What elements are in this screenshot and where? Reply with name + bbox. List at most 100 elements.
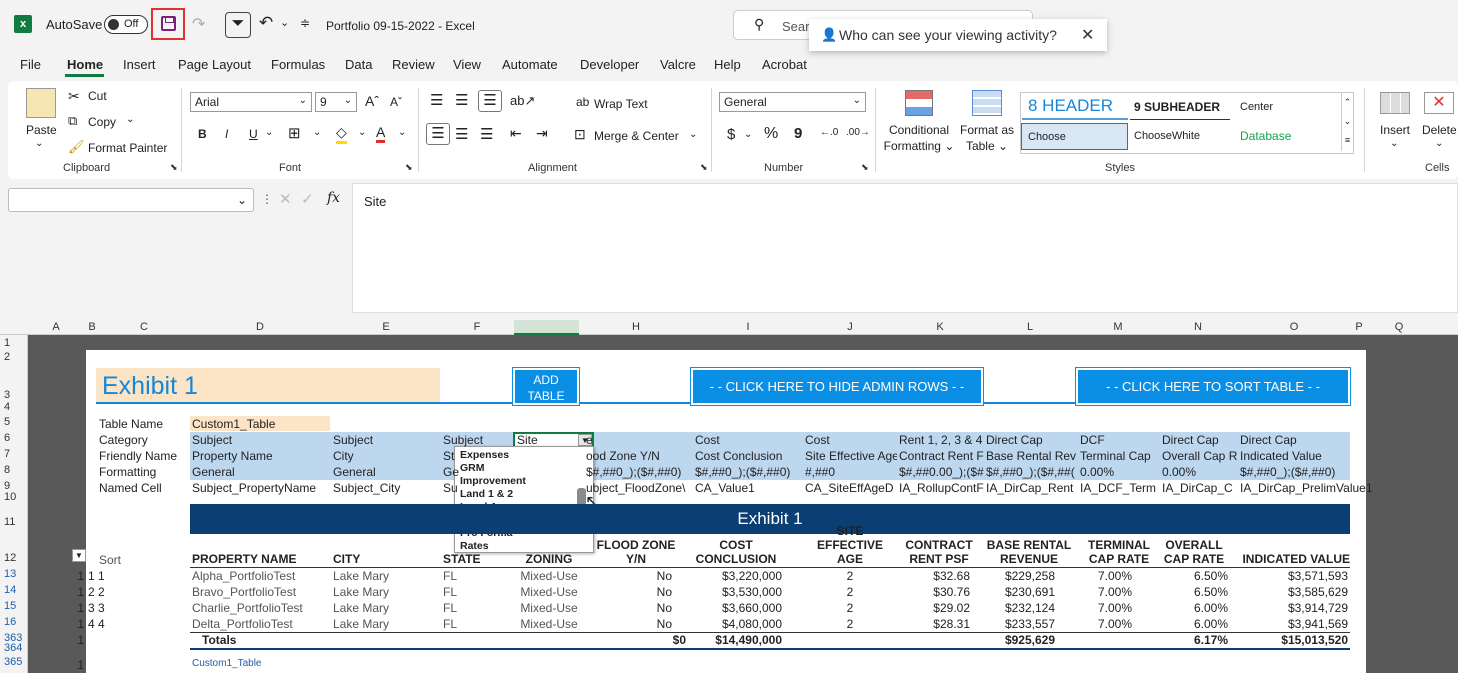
conditional-formatting-button[interactable]: Conditional Formatting ⌄	[882, 122, 956, 154]
admin-cell-category[interactable]: Cost	[805, 433, 897, 447]
cell-zoning[interactable]: Mixed-Use	[514, 601, 584, 615]
cell-age[interactable]: 2	[806, 617, 894, 631]
row-header-10[interactable]: 10	[0, 491, 26, 503]
save-icon[interactable]	[161, 16, 176, 31]
fill-dropdown-icon[interactable]: ⌄	[358, 127, 366, 138]
row-header-14[interactable]: 14	[0, 584, 26, 596]
cell-term[interactable]: 7.00%	[1080, 569, 1150, 583]
percent-button[interactable]: %	[764, 125, 778, 143]
admin-cell-formatting[interactable]: #,##0	[805, 465, 897, 479]
cell-rev[interactable]: $230,691	[985, 585, 1055, 599]
row-header-365[interactable]: 365	[0, 656, 26, 668]
cell-rev[interactable]: $233,557	[985, 617, 1055, 631]
admin-cell-friendly[interactable]: Cost Conclusion	[695, 449, 803, 463]
customize-qat-icon[interactable]: ≑	[300, 16, 310, 30]
format-as-table-button[interactable]: Format as Table ⌄	[957, 122, 1017, 154]
admin-cell-formatting[interactable]: 0.00%	[1080, 465, 1160, 479]
cell-rent[interactable]: $29.02	[898, 601, 970, 615]
row-a-cell[interactable]: 1	[58, 617, 84, 631]
decrease-indent-icon[interactable]: ⇤	[510, 125, 522, 142]
style-9-subheader[interactable]: 9 SUBHEADER	[1130, 94, 1230, 120]
autosave-toggle[interactable]: Off	[104, 15, 148, 34]
increase-decimal-icon[interactable]: ←.0	[820, 127, 838, 138]
menu-acrobat[interactable]: Acrobat	[762, 57, 807, 72]
row-a-cell[interactable]: 1	[58, 601, 84, 615]
row-header-2[interactable]: 2	[0, 351, 26, 363]
row-b-cell[interactable]: 3 3	[88, 601, 105, 615]
style-choose[interactable]: Choose	[1021, 123, 1128, 150]
cell-flood[interactable]: No	[586, 601, 672, 615]
cell-ocap[interactable]: 6.00%	[1160, 617, 1228, 631]
number-format-select[interactable]: General ⌄	[719, 92, 866, 112]
undo-dropdown-icon[interactable]: ⌄	[280, 16, 289, 29]
admin-cell-category[interactable]: DCF	[1080, 433, 1160, 447]
admin-cell-friendly[interactable]: City	[333, 449, 441, 463]
name-box[interactable]: ⌄	[8, 188, 254, 212]
enter-icon[interactable]: ✓	[301, 190, 314, 208]
row-b-cell[interactable]: 2 2	[88, 585, 105, 599]
admin-cell-formatting[interactable]: 0.00%	[1162, 465, 1238, 479]
align-top-icon[interactable]: ☰	[430, 91, 443, 109]
menu-view[interactable]: View	[453, 57, 481, 72]
cell-term[interactable]: 7.00%	[1080, 585, 1150, 599]
undo-icon[interactable]: ↶	[259, 13, 273, 33]
column-header-c[interactable]: C	[124, 320, 164, 335]
admin-cell-formatting[interactable]: $#,##0_);($#,##0)	[1240, 465, 1380, 479]
function-icon[interactable]: fx	[327, 190, 340, 206]
column-header-h[interactable]: H	[616, 320, 656, 335]
align-right-icon[interactable]: ☰	[480, 125, 493, 143]
sort-filter-icon[interactable]: ▼	[72, 549, 86, 562]
admin-cell-friendly[interactable]: Indicated Value	[1240, 449, 1380, 463]
format-as-table-icon[interactable]	[972, 90, 1002, 116]
admin-cell-category[interactable]: Subject	[192, 433, 332, 447]
cell-flood[interactable]: No	[586, 617, 672, 631]
column-header-a[interactable]: A	[36, 320, 76, 335]
totals-flood[interactable]: $0	[586, 633, 686, 647]
alignment-launcher-icon[interactable]: ⬊	[700, 162, 708, 173]
admin-cell-named[interactable]: ubject_FloodZone\	[586, 481, 692, 495]
row-header-3[interactable]: 3	[0, 389, 26, 401]
cell-cost[interactable]: $3,660,000	[690, 601, 782, 615]
admin-cell-friendly[interactable]: ood Zone Y/N	[586, 449, 692, 463]
style-database[interactable]: Database	[1236, 123, 1336, 150]
currency-dropdown-icon[interactable]: ⌄	[744, 129, 752, 140]
font-launcher-icon[interactable]: ⬊	[405, 162, 413, 173]
column-header-j[interactable]: J	[830, 320, 870, 335]
menu-page-layout[interactable]: Page Layout	[178, 57, 251, 72]
delete-dropdown-icon[interactable]: ⌄	[1435, 138, 1443, 149]
totals-overall-cap[interactable]: 6.17%	[1160, 633, 1228, 647]
cell-rev[interactable]: $229,258	[985, 569, 1055, 583]
admin-cell-friendly[interactable]: Site Effective Age	[805, 449, 897, 463]
cell-ocap[interactable]: 6.50%	[1160, 569, 1228, 583]
menu-help[interactable]: Help	[714, 57, 741, 72]
admin-cell-category[interactable]: Rent 1, 2, 3 & 4	[899, 433, 985, 447]
menu-file[interactable]: File	[20, 57, 41, 72]
cell-term[interactable]: 7.00%	[1080, 617, 1150, 631]
cell-zoning[interactable]: Mixed-Use	[514, 617, 584, 631]
column-header-l[interactable]: L	[1010, 320, 1050, 335]
cell-rent[interactable]: $30.76	[898, 585, 970, 599]
totals-cost[interactable]: $14,490,000	[690, 633, 782, 647]
cut-button[interactable]: Cut	[88, 89, 107, 103]
column-header-q[interactable]: Q	[1379, 320, 1419, 335]
admin-cell-friendly[interactable]: Property Name	[192, 449, 332, 463]
cell-val[interactable]: $3,941,569	[1238, 617, 1348, 631]
borders-dropdown-icon[interactable]: ⌄	[313, 127, 321, 138]
font-name-select[interactable]: Arial ⌄	[190, 92, 312, 112]
cell-zoning[interactable]: Mixed-Use	[514, 569, 584, 583]
totals-revenue[interactable]: $925,629	[985, 633, 1055, 647]
underline-dropdown-icon[interactable]: ⌄	[265, 127, 273, 138]
menu-developer[interactable]: Developer	[580, 57, 639, 72]
merge-center-button[interactable]: Merge & Center	[594, 129, 679, 143]
cell-val[interactable]: $3,914,729	[1238, 601, 1348, 615]
row-b-cell[interactable]: 4 4	[88, 617, 105, 631]
italic-button[interactable]: I	[225, 127, 228, 141]
row-a-cell[interactable]: 1	[58, 585, 84, 599]
admin-cell-formatting[interactable]: Ge	[443, 465, 511, 479]
hide-admin-rows-button[interactable]: - - CLICK HERE TO HIDE ADMIN ROWS - -	[690, 367, 984, 406]
cell-rent[interactable]: $32.68	[898, 569, 970, 583]
totals-indicated-value[interactable]: $15,013,520	[1238, 633, 1348, 647]
cell-name[interactable]: Charlie_PortfolioTest	[192, 601, 332, 615]
cell-term[interactable]: 7.00%	[1080, 601, 1150, 615]
admin-cell-named[interactable]: CA_SiteEffAgeD	[805, 481, 897, 495]
